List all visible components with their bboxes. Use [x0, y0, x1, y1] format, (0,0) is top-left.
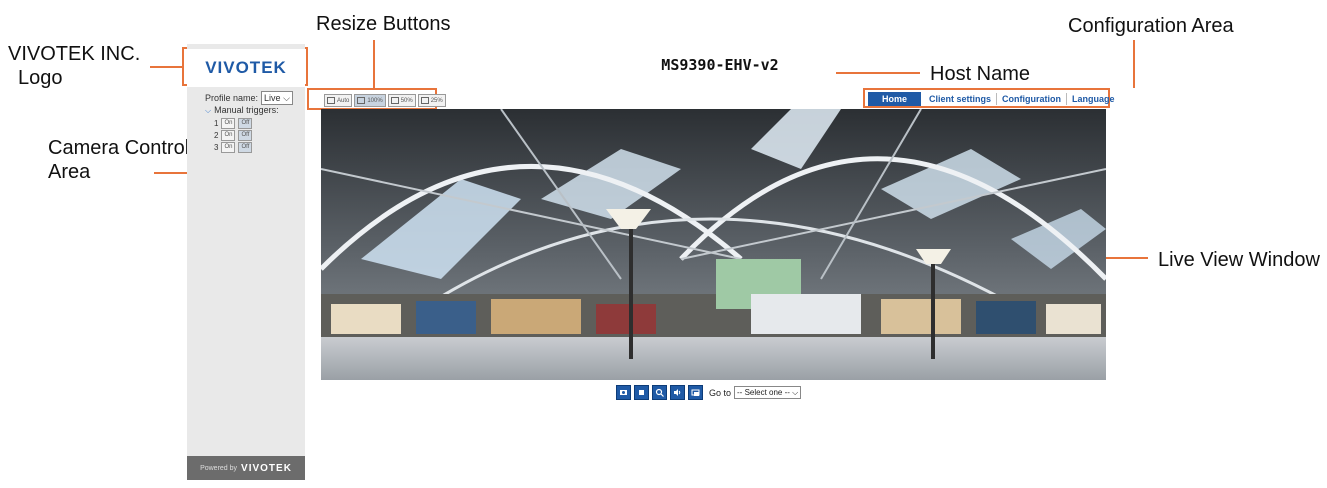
powered-by-footer: Powered by VIVOTEK — [187, 456, 305, 480]
resize-25-button[interactable]: 25% — [417, 94, 446, 107]
digital-zoom-icon — [655, 388, 664, 397]
host-name: MS9390-EHV-v2 — [661, 56, 779, 74]
resize-label: 100% — [367, 97, 383, 104]
trigger-off-button[interactable]: Off — [238, 142, 253, 153]
profile-label: Profile name: — [205, 93, 259, 103]
resize-label: 25% — [430, 97, 443, 104]
live-view-window[interactable] — [321, 109, 1106, 380]
config-leader — [1133, 40, 1135, 88]
goto-label: Go to — [709, 387, 732, 398]
chevron-down-icon: ⌵ — [283, 93, 290, 103]
annotation-host-name: Host Name — [930, 63, 1031, 85]
trigger-index: 3 — [214, 143, 219, 152]
goto-control: Go to -- Select one -- ⌵ — [709, 386, 802, 399]
trigger-off-button[interactable]: Off — [238, 118, 253, 129]
fullscreen-button[interactable] — [688, 385, 703, 400]
stop-button[interactable] — [634, 385, 649, 400]
profile-row: Profile name: Live ⌵ — [205, 91, 293, 105]
manual-triggers-label: Manual triggers: — [214, 105, 279, 115]
trigger-index: 1 — [214, 119, 219, 128]
resize-leader — [373, 40, 375, 88]
digital-zoom-button[interactable] — [652, 385, 667, 400]
snapshot-icon — [620, 390, 627, 395]
trigger-on-button[interactable]: On — [221, 130, 236, 141]
resize-icon — [327, 97, 335, 104]
resize-label: 50% — [400, 97, 413, 104]
logo-text: VIVOTEK — [205, 58, 287, 77]
annotation-live-view: Live View Window — [1158, 249, 1320, 271]
nav-home[interactable]: Home — [868, 92, 922, 106]
resize-auto-button[interactable]: Auto — [324, 94, 353, 107]
powered-by-brand: VIVOTEK — [241, 462, 292, 474]
configuration-nav: Home Client settings Configuration Langu… — [868, 92, 1120, 106]
volume-icon — [674, 389, 681, 396]
vivotek-logo[interactable]: VIVOTEK — [187, 49, 305, 87]
annotation-resize-buttons: Resize Buttons — [316, 13, 451, 35]
powered-by-label: Powered by — [200, 464, 238, 472]
trigger-row: 3 On Off — [214, 142, 253, 153]
trigger-row: 1 On Off — [214, 118, 253, 129]
snapshot-button[interactable] — [616, 385, 631, 400]
profile-select-value: Live — [264, 93, 281, 103]
trigger-off-button[interactable]: Off — [238, 130, 253, 141]
resize-buttons: Auto 100% 50% 25% — [324, 94, 446, 107]
collapse-chevron-icon: ⌵ — [205, 106, 212, 115]
goto-select-value: -- Select one -- — [737, 388, 790, 397]
manual-triggers-header[interactable]: ⌵ Manual triggers: — [205, 105, 279, 116]
fullscreen-icon — [691, 389, 700, 396]
trigger-index: 2 — [214, 131, 219, 140]
resize-label: Auto — [337, 97, 350, 104]
resize-icon — [390, 97, 399, 104]
profile-select[interactable]: Live ⌵ — [261, 91, 293, 105]
resize-50-button[interactable]: 50% — [387, 94, 416, 107]
live-view-toolbar: Go to -- Select one -- ⌵ — [616, 385, 802, 400]
goto-select[interactable]: -- Select one -- ⌵ — [734, 386, 802, 399]
trigger-row: 2 On Off — [214, 130, 253, 141]
nav-client-settings[interactable]: Client settings — [924, 93, 998, 105]
trigger-on-button[interactable]: On — [221, 142, 236, 153]
stop-icon — [639, 390, 644, 395]
logo-leader — [150, 66, 182, 68]
resize-icon — [357, 97, 366, 104]
trigger-on-button[interactable]: On — [221, 118, 236, 129]
camera-control-panel: VIVOTEK Profile name: Live ⌵ ⌵ Manual tri… — [187, 44, 305, 480]
volume-button[interactable] — [670, 385, 685, 400]
annotation-logo: VIVOTEK INC. Logo — [8, 43, 141, 89]
chevron-down-icon: ⌵ — [792, 388, 799, 397]
nav-configuration[interactable]: Configuration — [997, 93, 1068, 105]
resize-100-button[interactable]: 100% — [354, 94, 386, 107]
annotation-configuration-area: Configuration Area — [1068, 15, 1234, 37]
host-name-leader — [836, 72, 920, 74]
annotation-camera-control: Camera Control Area — [48, 137, 190, 183]
nav-language[interactable]: Language — [1067, 93, 1120, 105]
resize-icon — [420, 97, 429, 104]
live-view-image — [321, 109, 1106, 380]
